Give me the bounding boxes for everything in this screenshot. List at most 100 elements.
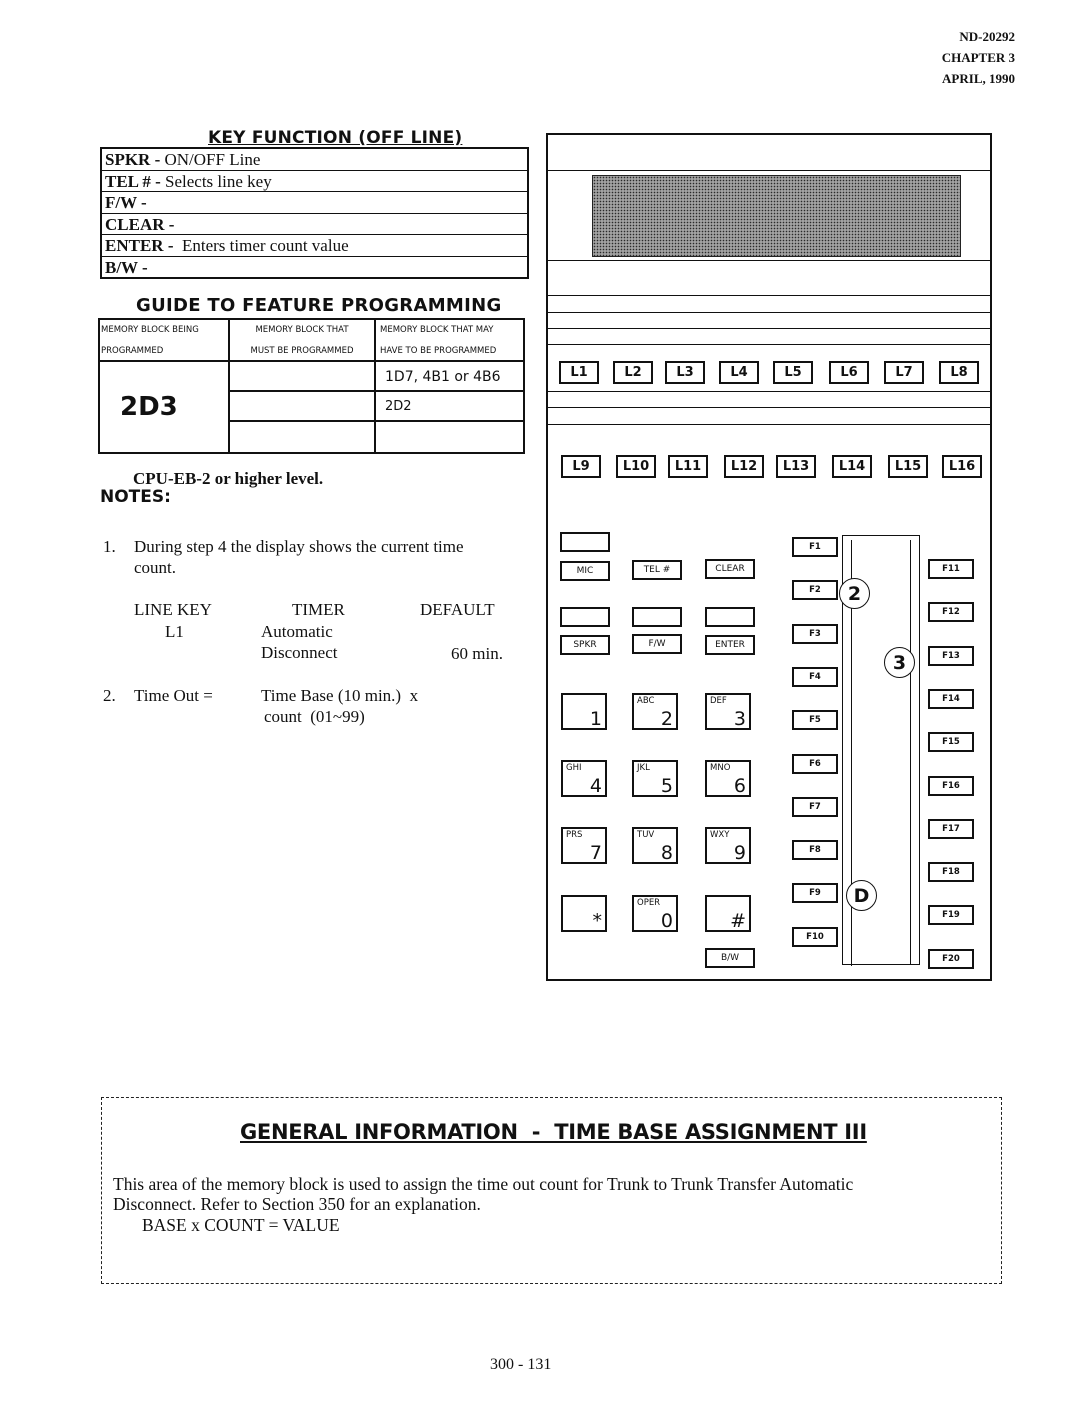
dial-key[interactable]: PRS 7 (561, 827, 607, 864)
cpu-requirement: CPU-EB-2 or higher level. (133, 469, 324, 488)
line-key[interactable]: L9 (561, 455, 601, 478)
function-key[interactable]: F1 (792, 537, 838, 557)
col-header-line-key: LINE KEY (134, 600, 212, 619)
dial-key-letters: DEF (710, 696, 727, 706)
line-key[interactable]: L8 (939, 361, 979, 384)
dial-key[interactable]: # (705, 895, 751, 932)
general-info-line-2: Disconnect. Refer to Section 350 for an … (113, 1194, 481, 1214)
note-1-text: During step 4 the display shows the curr… (134, 536, 464, 578)
timer-line: Disconnect (261, 643, 338, 662)
general-info-line-1: This area of the memory block is used to… (113, 1174, 854, 1194)
dial-key[interactable]: OPER 0 (632, 895, 678, 932)
function-key[interactable]: F14 (928, 688, 974, 709)
line-key[interactable]: L5 (773, 361, 813, 384)
line-key[interactable]: L11 (668, 455, 708, 478)
guide-table: MEMORY BLOCK BEING PROGRAMMED 2D3 MEMORY… (98, 318, 525, 454)
dial-key[interactable]: JKL 5 (632, 760, 678, 797)
function-key[interactable]: F17 (928, 818, 974, 839)
header-line: MEMORY BLOCK BEING (101, 325, 199, 335)
line-key[interactable]: L1 (559, 361, 599, 384)
formula-line: count (01~99) (264, 707, 365, 726)
dial-key[interactable]: ABC 2 (632, 693, 678, 730)
divider (548, 170, 990, 171)
page-number: 300 - 131 (490, 1356, 552, 1373)
dial-key-number: 1 (589, 708, 602, 730)
note-1-number: 1. (103, 537, 116, 556)
key-function-row: SPKR - ON/OFF Line (102, 149, 527, 170)
divider (548, 312, 990, 313)
function-key[interactable]: F19 (928, 905, 974, 926)
key-description: Selects line key (160, 171, 272, 191)
dial-key[interactable]: MNO 6 (705, 760, 751, 797)
divider (548, 407, 990, 408)
line-key[interactable]: L14 (832, 455, 872, 478)
line-key[interactable]: L6 (829, 361, 869, 384)
function-key[interactable]: F9 (792, 883, 838, 904)
function-key[interactable]: F20 (928, 948, 974, 969)
dial-key[interactable]: * (561, 895, 607, 932)
dial-key[interactable]: 1 (561, 693, 607, 730)
function-key[interactable]: F7 (792, 796, 838, 817)
line-key[interactable]: L13 (776, 455, 816, 478)
divider (548, 344, 990, 345)
function-key[interactable]: F10 (792, 926, 838, 947)
function-key[interactable]: F8 (792, 840, 838, 861)
guide-header: MEMORY BLOCK BEING PROGRAMMED (100, 320, 228, 362)
line-key[interactable]: L7 (884, 361, 924, 384)
enter-key[interactable]: ENTER (705, 635, 755, 655)
general-info-title: GENERAL INFORMATION - TIME BASE ASSIGNME… (240, 1120, 867, 1144)
dial-key-letters: TUV (637, 830, 655, 840)
function-key[interactable]: F3 (792, 623, 838, 644)
formula-line: Time Base (10 min.) x (261, 686, 419, 705)
dial-key-number: 3 (733, 708, 746, 730)
notes-title: NOTES: (100, 487, 171, 507)
block-being-programmed: 2D3 (120, 392, 178, 422)
divider (548, 328, 990, 329)
dial-key[interactable]: TUV 8 (632, 827, 678, 864)
key-function-title: KEY FUNCTION (OFF LINE) (208, 128, 463, 148)
tel-key[interactable]: TEL # (632, 560, 682, 580)
function-key[interactable]: F4 (792, 666, 838, 687)
dial-key-number: 2 (660, 708, 673, 730)
dial-key[interactable]: WXY 9 (705, 827, 751, 864)
clear-key[interactable]: CLEAR (705, 559, 755, 579)
function-key[interactable]: F11 (928, 559, 974, 579)
line-key-value: L1 (165, 622, 184, 641)
blank-key[interactable] (560, 607, 610, 627)
function-key[interactable]: F2 (792, 580, 838, 601)
guide-column-must: MEMORY BLOCK THAT MUST BE PROGRAMMED (230, 320, 376, 452)
dial-key[interactable]: GHI 4 (561, 760, 607, 797)
dial-key-letters: ABC (637, 696, 655, 706)
line-key[interactable]: L16 (942, 455, 982, 478)
function-key[interactable]: F16 (928, 775, 974, 796)
guide-header: MEMORY BLOCK THAT MUST BE PROGRAMMED (230, 320, 374, 362)
timer-value: Automatic Disconnect (261, 621, 337, 663)
line-key[interactable]: L4 (719, 361, 759, 384)
guide-title: GUIDE TO FEATURE PROGRAMMING (136, 295, 502, 316)
function-key[interactable]: F18 (928, 862, 974, 883)
function-key[interactable]: F15 (928, 732, 974, 753)
function-key[interactable]: F12 (928, 602, 974, 623)
fw-key[interactable]: F/W (632, 634, 682, 654)
function-key[interactable]: F13 (928, 645, 974, 666)
dial-key[interactable]: DEF 3 (705, 693, 751, 730)
spkr-key[interactable]: SPKR (560, 635, 610, 655)
doc-id: ND-20292 (959, 29, 1015, 44)
function-key[interactable]: F5 (792, 710, 838, 731)
mic-key[interactable]: MIC (560, 561, 610, 581)
header-line: MEMORY BLOCK THAT (255, 325, 349, 335)
bw-key[interactable]: B/W (705, 948, 755, 968)
blank-key[interactable] (632, 607, 682, 627)
step-marker-2: 2 (839, 578, 870, 609)
chapter-label: CHAPTER 3 (941, 50, 1015, 65)
line-key[interactable]: L12 (724, 455, 764, 478)
divider (548, 260, 990, 261)
function-key[interactable]: F6 (792, 753, 838, 774)
line-key[interactable]: L2 (613, 361, 653, 384)
blank-key[interactable] (560, 532, 610, 552)
line-key[interactable]: L10 (616, 455, 656, 478)
note-2-formula: Time Base (10 min.) x count (01~99) (261, 685, 418, 727)
line-key[interactable]: L15 (888, 455, 928, 478)
line-key[interactable]: L3 (665, 361, 705, 384)
blank-key[interactable] (705, 607, 755, 627)
